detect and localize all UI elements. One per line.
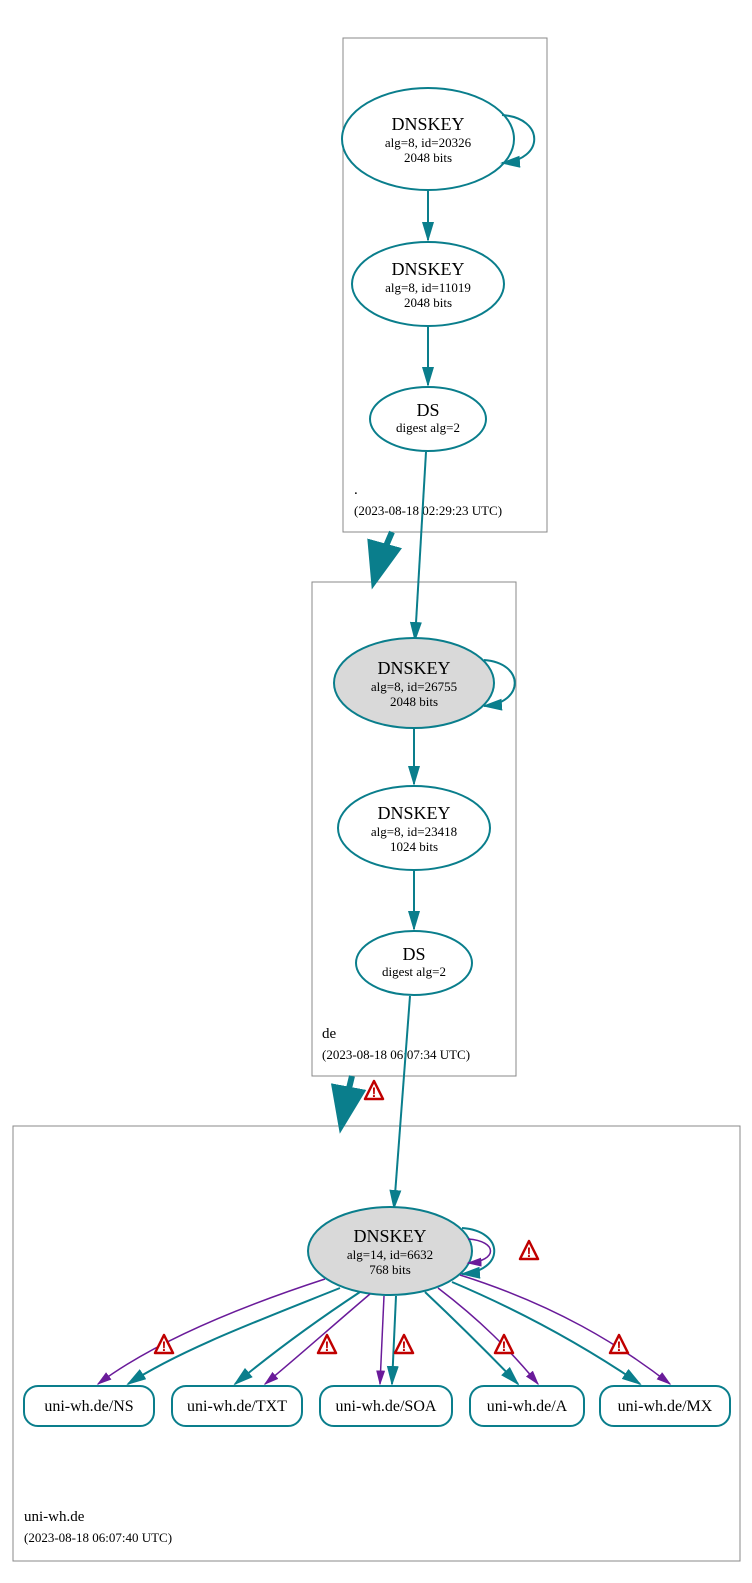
record-txt: uni-wh.de/TXT (172, 1386, 302, 1426)
svg-text:DNSKEY: DNSKEY (391, 114, 464, 134)
warning-icon: ! (365, 1081, 383, 1100)
zone-de-time: (2023-08-18 06:07:34 UTC) (322, 1047, 470, 1062)
svg-text:alg=8, id=23418: alg=8, id=23418 (371, 824, 457, 839)
svg-text:uni-wh.de/TXT: uni-wh.de/TXT (187, 1398, 287, 1415)
svg-text:!: ! (325, 1338, 330, 1354)
edge-deds-unikey (394, 996, 410, 1208)
svg-text:alg=8, id=20326: alg=8, id=20326 (385, 135, 472, 150)
edge-rootds-deksk (415, 452, 426, 640)
svg-text:2048 bits: 2048 bits (390, 694, 438, 709)
svg-text:DNSKEY: DNSKEY (391, 259, 464, 279)
node-uni-key: DNSKEY alg=14, id=6632 768 bits (308, 1207, 472, 1295)
svg-text:!: ! (372, 1084, 377, 1100)
svg-text:!: ! (617, 1338, 622, 1354)
svg-text:DNSKEY: DNSKEY (353, 1226, 426, 1246)
svg-text:alg=8, id=11019: alg=8, id=11019 (385, 280, 471, 295)
record-soa: uni-wh.de/SOA (320, 1386, 452, 1426)
node-de-ksk: DNSKEY alg=8, id=26755 2048 bits (334, 638, 494, 728)
record-mx: uni-wh.de/MX (600, 1386, 730, 1426)
svg-text:!: ! (162, 1338, 167, 1354)
svg-text:digest alg=2: digest alg=2 (396, 420, 460, 435)
svg-text:digest alg=2: digest alg=2 (382, 964, 446, 979)
warning-icon: ! (395, 1335, 413, 1354)
warning-icon: ! (155, 1335, 173, 1354)
edge-de-to-uni (342, 1076, 352, 1122)
record-a: uni-wh.de/A (470, 1386, 584, 1426)
svg-text:2048 bits: 2048 bits (404, 150, 452, 165)
svg-text:uni-wh.de/NS: uni-wh.de/NS (44, 1398, 133, 1415)
edge-uni-mx-t (452, 1282, 640, 1384)
edge-uni-soa-p (380, 1296, 384, 1384)
node-root-zsk: DNSKEY alg=8, id=11019 2048 bits (352, 242, 504, 326)
edge-uni-ns-t (128, 1288, 340, 1384)
svg-text:DNSKEY: DNSKEY (377, 658, 450, 678)
zone-uni-label: uni-wh.de (24, 1509, 85, 1525)
edge-root-to-de (375, 532, 392, 578)
svg-text:!: ! (527, 1244, 532, 1260)
svg-text:alg=14, id=6632: alg=14, id=6632 (347, 1247, 433, 1262)
warning-icon: ! (495, 1335, 513, 1354)
zone-uni-box (13, 1126, 740, 1561)
svg-text:alg=8, id=26755: alg=8, id=26755 (371, 679, 457, 694)
edge-uni-txt-p (265, 1294, 370, 1384)
svg-text:uni-wh.de/MX: uni-wh.de/MX (618, 1398, 713, 1415)
zone-root-time: (2023-08-18 02:29:23 UTC) (354, 503, 502, 518)
edge-uni-mx-p (460, 1275, 670, 1384)
edge-uni-ns-p (98, 1279, 325, 1384)
warning-icon: ! (318, 1335, 336, 1354)
record-ns: uni-wh.de/NS (24, 1386, 154, 1426)
svg-text:uni-wh.de/SOA: uni-wh.de/SOA (336, 1398, 437, 1415)
svg-text:DNSKEY: DNSKEY (377, 803, 450, 823)
svg-text:1024 bits: 1024 bits (390, 839, 438, 854)
warning-icon: ! (520, 1241, 538, 1260)
node-de-zsk: DNSKEY alg=8, id=23418 1024 bits (338, 786, 490, 870)
svg-text:!: ! (502, 1338, 507, 1354)
svg-text:!: ! (402, 1338, 407, 1354)
svg-text:DS: DS (416, 400, 439, 420)
node-de-ds: DS digest alg=2 (356, 931, 472, 995)
node-root-ksk: DNSKEY alg=8, id=20326 2048 bits (342, 88, 514, 190)
node-root-ds: DS digest alg=2 (370, 387, 486, 451)
svg-text:DS: DS (402, 944, 425, 964)
zone-uni-time: (2023-08-18 06:07:40 UTC) (24, 1530, 172, 1545)
edge-uni-a-p (438, 1288, 538, 1384)
zone-root-label: . (354, 482, 358, 498)
svg-text:768 bits: 768 bits (369, 1262, 411, 1277)
svg-text:uni-wh.de/A: uni-wh.de/A (487, 1398, 568, 1415)
zone-de-label: de (322, 1026, 337, 1042)
edge-uni-soa-t (392, 1296, 396, 1384)
svg-text:2048 bits: 2048 bits (404, 295, 452, 310)
